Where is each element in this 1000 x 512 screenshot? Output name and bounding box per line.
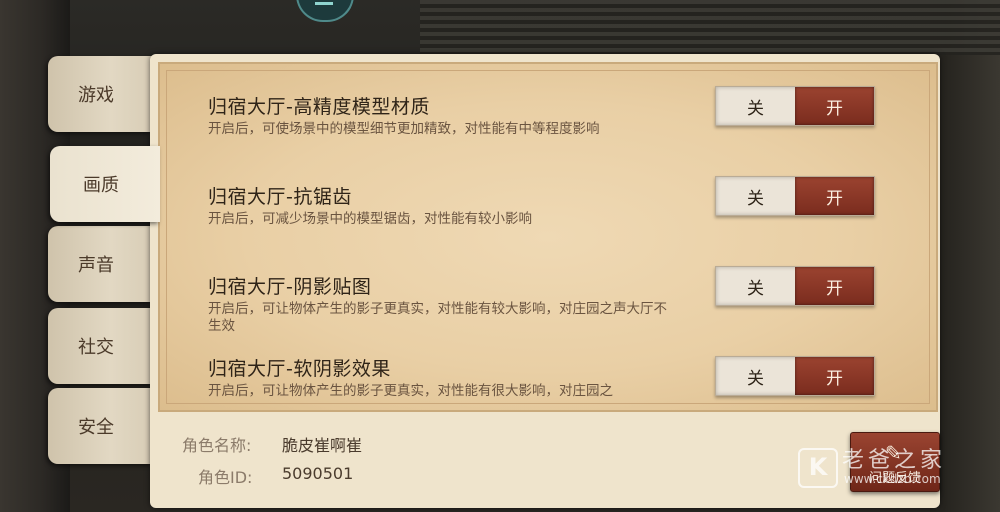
toggle-on-button[interactable]: 开 [795,87,874,125]
tab-sound[interactable]: 声音 [48,226,152,302]
setting-description: 开启后，可让物体产生的影子更真实，对性能有很大影响，对庄园之 [208,383,613,399]
toggle-anti-aliasing[interactable]: 关 开 [715,176,875,216]
toggle-high-precision-model[interactable]: 关 开 [715,86,875,126]
tab-security-label: 安全 [78,417,114,438]
tab-game[interactable]: 游戏 [48,56,152,132]
role-id-label: 角色ID: [198,468,253,487]
watermark: K 老爸之家 www.ckdzb.com [798,442,998,492]
tab-social[interactable]: 社交 [48,308,152,384]
role-name-label: 角色名称: [182,436,252,455]
tab-security[interactable]: 安全 [48,388,152,464]
tab-game-label: 游戏 [78,85,114,106]
role-name-value: 脆皮崔啊崔 [282,436,363,455]
background-right [930,0,1000,512]
background-window-blinds [420,0,1000,55]
watermark-text: 老爸之家 [842,448,947,473]
toggle-off-button[interactable]: 关 [716,87,795,125]
tab-social-label: 社交 [78,337,114,358]
watermark-url: www.ckdzb.com [844,472,941,486]
toggle-on-button[interactable]: 开 [795,177,874,215]
watermark-logo-icon: K [798,448,838,488]
toggle-shadow-map[interactable]: 关 开 [715,266,875,306]
toggle-off-button[interactable]: 关 [716,267,795,305]
tab-graphics-label: 画质 [83,175,119,196]
toggle-off-button[interactable]: 关 [716,357,795,395]
top-ornament-icon [296,0,354,22]
setting-description: 开启后，可减少场景中的模型锯齿，对性能有较小影响 [208,211,532,227]
role-id-value: 5090501 [282,464,354,483]
toggle-off-button[interactable]: 关 [716,177,795,215]
tab-graphics[interactable]: 画质 [50,146,160,222]
setting-description: 开启后，可使场景中的模型细节更加精致，对性能有中等程度影响 [208,121,600,137]
tab-sound-label: 声音 [78,255,114,276]
toggle-on-button[interactable]: 开 [795,267,874,305]
setting-description: 开启后，可让物体产生的影子更真实，对性能有较大影响，对庄园之声大厅不生效 [208,301,667,334]
toggle-soft-shadow[interactable]: 关 开 [715,356,875,396]
toggle-on-button[interactable]: 开 [795,357,874,395]
